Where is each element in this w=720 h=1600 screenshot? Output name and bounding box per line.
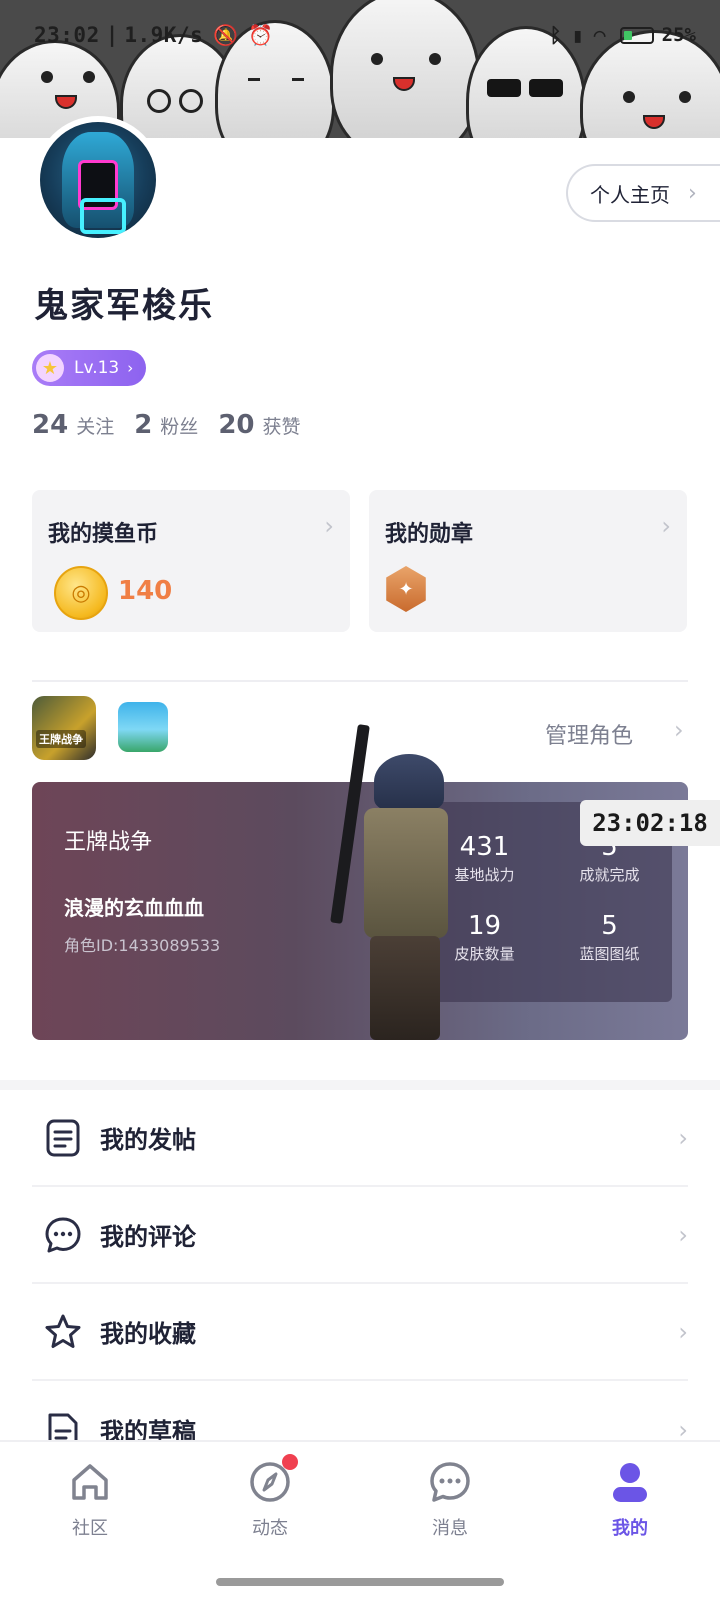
chevron-right-icon: › [678, 1317, 688, 1346]
status-separator: | [105, 23, 119, 47]
menu-item-label: 我的收藏 [100, 1320, 196, 1348]
stat-value: 20 [218, 410, 255, 440]
tab-label: 动态 [252, 1518, 288, 1539]
tab-label: 消息 [432, 1518, 468, 1539]
my-medals-card[interactable]: 我的勋章 › ✦ [369, 490, 687, 632]
coin-balance: 140 [118, 576, 173, 606]
post-icon [44, 1119, 82, 1157]
network-speed: 1.9K/s [124, 23, 204, 47]
user-nickname: 鬼家军梭乐 [34, 286, 214, 326]
role-stat-label: 成就完成 [579, 866, 640, 884]
level-badge[interactable]: ★ Lv.13 › [32, 350, 146, 386]
role-stat-label: 蓝图图纸 [579, 945, 640, 963]
my-coins-title: 我的摸鱼币 [48, 522, 159, 547]
stat-likes[interactable]: 20 获赞 [218, 410, 300, 440]
stat-value: 24 [32, 410, 69, 440]
chevron-right-icon: › [661, 512, 671, 540]
comment-icon [44, 1216, 82, 1254]
personal-homepage-label: 个人主页 [590, 182, 670, 207]
chevron-right-icon: › [674, 716, 684, 744]
star-badge-icon: ★ [36, 354, 64, 382]
stat-label: 获赞 [262, 416, 301, 438]
my-medals-title: 我的勋章 [385, 522, 474, 547]
menu-item-my-posts[interactable]: 我的发帖 › [32, 1090, 688, 1187]
avatar[interactable] [34, 116, 162, 244]
user-icon [608, 1460, 652, 1504]
menu-item-my-favorites[interactable]: 我的收藏 › [32, 1284, 688, 1381]
stat-value: 2 [134, 410, 153, 440]
role-game-name: 王牌战争 [64, 830, 153, 855]
game-icon-island[interactable] [118, 702, 168, 752]
star-icon [44, 1313, 82, 1351]
battery-icon [619, 26, 654, 44]
status-bar: 23:02 | 1.9K/s 🔕 ⏰ ᛒ ▮ ◠ 25% [0, 18, 720, 52]
home-indicator [216, 1578, 504, 1586]
message-icon [428, 1460, 472, 1504]
medal-icon: ✦ [386, 566, 426, 612]
notification-dot [282, 1454, 298, 1470]
tab-label: 我的 [612, 1518, 648, 1539]
menu-item-label: 我的评论 [100, 1223, 196, 1251]
section-divider [32, 680, 688, 682]
bluetooth-icon: ᛒ [549, 23, 562, 47]
menu-item-my-comments[interactable]: 我的评论 › [32, 1187, 688, 1284]
chevron-right-icon: › [688, 180, 697, 206]
chevron-right-icon: › [678, 1123, 688, 1152]
wifi-icon: ◠ [593, 23, 606, 47]
tab-community[interactable]: 社区 [40, 1460, 140, 1540]
tab-label: 社区 [72, 1518, 108, 1539]
status-time: 23:02 [34, 23, 100, 47]
manage-roles-link[interactable]: 管理角色 [545, 718, 633, 750]
role-stats-grid: 431 基地战力 5 成就完成 19 皮肤数量 5 蓝图图纸 [422, 832, 672, 964]
profile-stats: 24 关注 2 粉丝 20 获赞 [32, 410, 301, 440]
level-label: Lv.13 [74, 358, 120, 378]
chevron-right-icon: › [678, 1220, 688, 1249]
my-coins-card[interactable]: 我的摸鱼币 › ◎ 140 [32, 490, 350, 632]
personal-homepage-button[interactable]: 个人主页 › [566, 164, 720, 222]
tab-messages[interactable]: 消息 [400, 1460, 500, 1540]
bottom-tab-bar: 社区 动态 消息 我的 [0, 1440, 720, 1600]
alarm-icon: ⏰ [248, 23, 274, 47]
mute-icon: 🔕 [213, 23, 239, 47]
floating-clock: 23:02:18 [580, 800, 720, 846]
battery-percent: 25% [661, 24, 696, 46]
chevron-right-icon: › [324, 512, 334, 540]
section-divider [0, 1080, 720, 1090]
role-id: 角色ID:1433089533 [64, 936, 221, 955]
compass-icon [248, 1454, 298, 1504]
role-stat: 5 蓝图图纸 [547, 911, 672, 964]
menu-item-label: 我的发帖 [100, 1126, 196, 1154]
stat-label: 粉丝 [160, 416, 199, 438]
stat-following[interactable]: 24 关注 [32, 410, 114, 440]
role-stat-value: 5 [601, 911, 618, 941]
role-name: 浪漫的玄血血血 [64, 896, 204, 920]
fish-coin-icon: ◎ [54, 566, 108, 620]
chevron-right-icon: › [127, 359, 134, 377]
signal-icon: ▮ [571, 23, 584, 47]
stat-label: 关注 [76, 416, 115, 438]
soldier-character-illustration [330, 704, 454, 1040]
tab-feed[interactable]: 动态 [220, 1454, 320, 1540]
game-icon-label: 王牌战争 [36, 730, 86, 748]
profile-menu: 我的发帖 › 我的评论 › 我的收藏 › 我的草稿 › [32, 1090, 688, 1478]
game-icon-wangpai[interactable]: 王牌战争 [32, 696, 96, 760]
home-icon [68, 1460, 112, 1504]
stat-followers[interactable]: 2 粉丝 [134, 410, 198, 440]
tab-me[interactable]: 我的 [580, 1460, 680, 1540]
